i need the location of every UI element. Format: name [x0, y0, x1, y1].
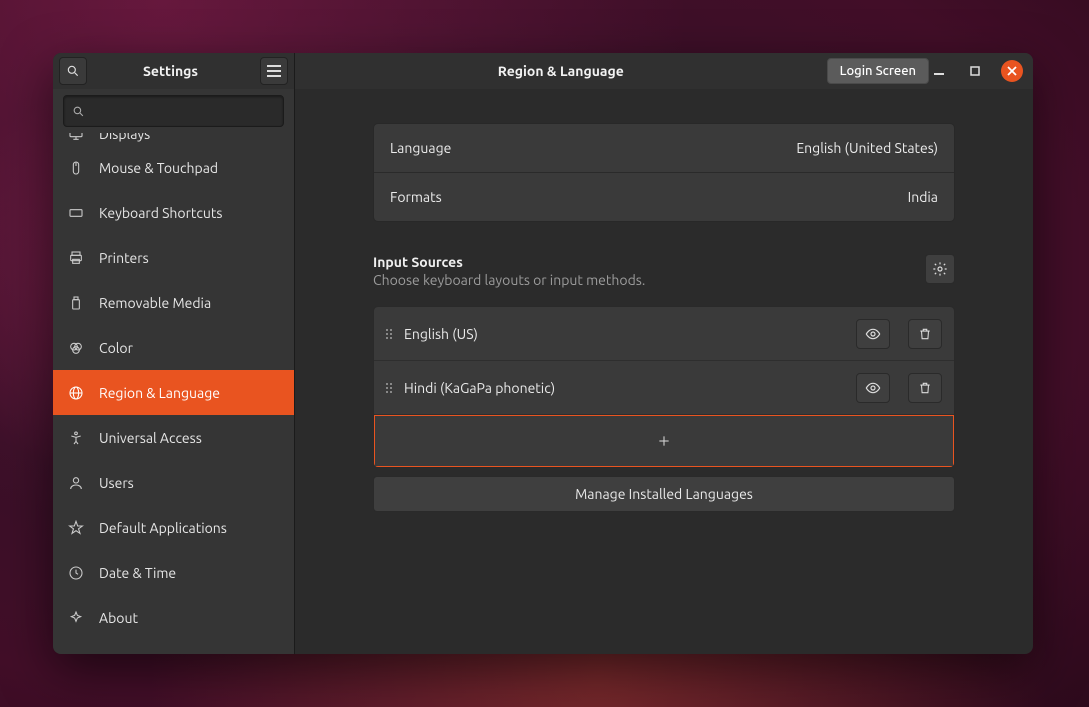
input-sources-options-button[interactable] — [925, 254, 955, 284]
sidebar-item-label: Date & Time — [99, 565, 176, 581]
usb-icon — [67, 295, 85, 311]
trash-icon — [918, 326, 932, 342]
menu-icon — [267, 65, 281, 77]
sidebar-item-date-time[interactable]: Date & Time — [53, 550, 294, 595]
sidebar-item-label: Keyboard Shortcuts — [99, 205, 222, 221]
sidebar-item-universal-access[interactable]: Universal Access — [53, 415, 294, 460]
keyboard-icon — [67, 205, 85, 221]
close-button[interactable] — [1001, 60, 1023, 82]
minimize-button[interactable] — [929, 61, 949, 81]
sidebar-item-label: Region & Language — [99, 385, 220, 401]
sidebar-item-label: Displays — [99, 133, 150, 142]
lang-formats-group: Language English (United States) Formats… — [373, 123, 955, 222]
language-label: Language — [390, 140, 451, 156]
sidebar-item-label: Default Applications — [99, 520, 227, 536]
formats-label: Formats — [390, 189, 442, 205]
sidebar-item-label: Mouse & Touchpad — [99, 160, 218, 176]
color-icon — [67, 340, 85, 356]
printer-icon — [67, 250, 85, 266]
sidebar-item-keyboard-shortcuts[interactable]: Keyboard Shortcuts — [53, 190, 294, 235]
eye-icon — [865, 326, 881, 342]
search-icon — [72, 105, 85, 118]
maximize-button[interactable] — [965, 61, 985, 81]
sidebar-item-label: Users — [99, 475, 134, 491]
sidebar-item-removable-media[interactable]: Removable Media — [53, 280, 294, 325]
sidebar-item-label: Universal Access — [99, 430, 202, 446]
star-icon — [67, 520, 85, 536]
sidebar-item-default-applications[interactable]: Default Applications — [53, 505, 294, 550]
accessibility-icon — [67, 430, 85, 446]
sidebar-item-printers[interactable]: Printers — [53, 235, 294, 280]
input-source-row[interactable]: English (US) — [374, 307, 954, 361]
maximize-icon — [970, 66, 980, 76]
drag-handle-icon[interactable] — [386, 329, 392, 339]
formats-value: India — [908, 189, 938, 205]
add-input-source-button[interactable] — [374, 415, 954, 467]
preview-layout-button[interactable] — [856, 373, 890, 403]
input-source-row[interactable]: Hindi (KaGaPa phonetic) — [374, 361, 954, 415]
sidebar-item-label: Color — [99, 340, 133, 356]
page-title: Region & Language — [295, 63, 827, 79]
globe-icon — [67, 385, 85, 401]
preview-layout-button[interactable] — [856, 319, 890, 349]
sidebar-item-mouse-touchpad[interactable]: Mouse & Touchpad — [53, 145, 294, 190]
sidebar-search-input[interactable] — [63, 95, 284, 127]
trash-icon — [918, 380, 932, 396]
app-title: Settings — [87, 63, 254, 79]
monitor-icon — [67, 133, 85, 142]
plus-icon — [657, 434, 671, 448]
language-row[interactable]: Language English (United States) — [374, 124, 954, 172]
close-icon — [1007, 66, 1017, 76]
content-pane: Language English (United States) Formats… — [295, 89, 1033, 654]
mouse-icon — [67, 160, 85, 176]
login-screen-button[interactable]: Login Screen — [827, 58, 929, 84]
users-icon — [67, 475, 85, 491]
clock-icon — [67, 565, 85, 581]
sidebar-item-displays[interactable]: Displays — [53, 133, 294, 145]
sidebar: Displays Mouse & Touchpad Keyboard Shortcu… — [53, 89, 295, 654]
remove-input-button[interactable] — [908, 319, 942, 349]
settings-window: Settings Region & Language Login Screen — [53, 53, 1033, 654]
input-source-label: English (US) — [404, 326, 838, 342]
remove-input-button[interactable] — [908, 373, 942, 403]
sparkle-icon — [67, 610, 85, 626]
sidebar-item-label: About — [99, 610, 138, 626]
sidebar-item-label: Removable Media — [99, 295, 211, 311]
header-search-button[interactable] — [59, 57, 87, 85]
hamburger-button[interactable] — [260, 57, 288, 85]
minimize-icon — [934, 66, 944, 76]
manage-installed-languages-button[interactable]: Manage Installed Languages — [373, 476, 955, 512]
language-value: English (United States) — [796, 140, 938, 156]
sidebar-item-color[interactable]: Color — [53, 325, 294, 370]
eye-icon — [865, 380, 881, 396]
sidebar-item-about[interactable]: About — [53, 595, 294, 640]
sidebar-item-users[interactable]: Users — [53, 460, 294, 505]
sidebar-item-label: Printers — [99, 250, 149, 266]
search-icon — [66, 64, 80, 78]
input-sources-subtitle: Choose keyboard layouts or input methods… — [373, 272, 925, 288]
sidebar-item-region-language[interactable]: Region & Language — [53, 370, 294, 415]
titlebar: Settings Region & Language Login Screen — [53, 53, 1033, 89]
formats-row[interactable]: Formats India — [374, 172, 954, 221]
drag-handle-icon[interactable] — [386, 383, 392, 393]
gear-icon — [932, 261, 948, 277]
input-sources-title: Input Sources — [373, 254, 925, 270]
input-source-label: Hindi (KaGaPa phonetic) — [404, 380, 838, 396]
